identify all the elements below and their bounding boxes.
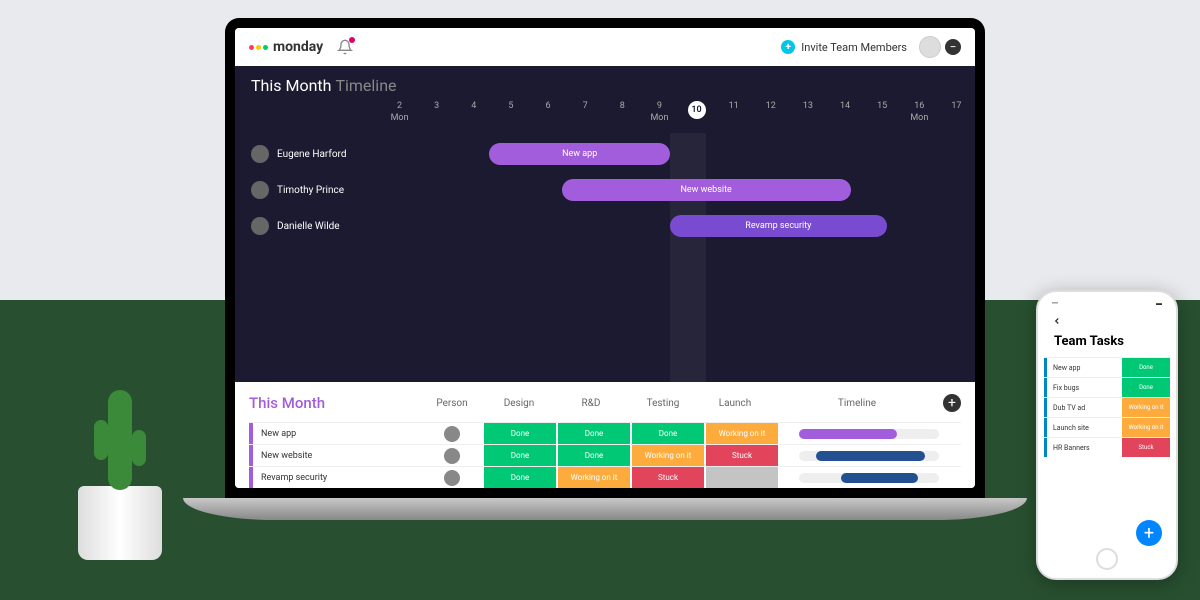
gantt-bar[interactable]: Revamp security xyxy=(670,215,887,237)
status-cell[interactable]: Done xyxy=(558,445,630,466)
table-row: New website DoneDoneWorking on itStuck xyxy=(249,444,961,466)
status-cell[interactable] xyxy=(706,467,778,488)
status-cell[interactable]: Done xyxy=(558,423,630,444)
col-header-timeline[interactable]: Timeline xyxy=(771,394,943,419)
gantt-row: Eugene Harford New app xyxy=(251,143,959,165)
timeline-cell[interactable] xyxy=(779,469,961,487)
add-column-button[interactable]: + xyxy=(943,394,961,412)
table-row: Revamp security DoneWorking on itStuck xyxy=(249,466,961,488)
today-highlight xyxy=(670,133,706,382)
col-header-design[interactable]: Design xyxy=(483,394,555,419)
gantt-person[interactable]: Eugene Harford xyxy=(251,145,381,163)
phone-task-row[interactable]: Launch site Working on it xyxy=(1044,417,1170,437)
plus-icon: + xyxy=(781,40,795,54)
gantt-row: Danielle Wilde Revamp security xyxy=(251,215,959,237)
board-table: This Month Person Design R&D Testing Lau… xyxy=(235,382,975,488)
menu-button[interactable]: − xyxy=(945,39,961,55)
date-cell[interactable]: 14 xyxy=(827,101,864,133)
phone-frame: •••▬ Team Tasks New app Done Fix bugs Do… xyxy=(1036,290,1178,580)
back-icon[interactable] xyxy=(1052,316,1062,326)
col-header-testing[interactable]: Testing xyxy=(627,394,699,419)
date-cell[interactable]: 5 xyxy=(492,101,529,133)
phone-add-button[interactable]: + xyxy=(1136,520,1162,546)
status-cell[interactable]: Working on it xyxy=(558,467,630,488)
task-name[interactable]: New website xyxy=(249,445,421,466)
gantt-bar[interactable]: New app xyxy=(489,143,670,165)
date-cell[interactable]: 2Mon xyxy=(381,101,418,133)
invite-label: Invite Team Members xyxy=(801,41,907,54)
date-cell[interactable]: 3 xyxy=(418,101,455,133)
invite-button[interactable]: + Invite Team Members xyxy=(781,40,907,54)
status-cell[interactable]: Done xyxy=(484,467,556,488)
gantt-person[interactable]: Danielle Wilde xyxy=(251,217,381,235)
person-cell[interactable] xyxy=(421,470,483,486)
task-name[interactable]: Revamp security xyxy=(249,467,421,488)
board-title[interactable]: This Month xyxy=(249,390,421,422)
status-cell[interactable]: Working on it xyxy=(632,445,704,466)
timeline-cell[interactable] xyxy=(779,425,961,443)
date-cell[interactable]: 10 xyxy=(678,101,715,133)
phone-statusbar: •••▬ xyxy=(1044,298,1170,312)
timeline-heading: This MonthTimeline xyxy=(235,66,975,101)
date-cell[interactable]: 13 xyxy=(789,101,826,133)
date-scale: 2Mon3456789Mon10111213141516Mon17 xyxy=(381,101,975,133)
person-avatar xyxy=(251,181,269,199)
date-cell[interactable]: 8 xyxy=(604,101,641,133)
cactus-decoration xyxy=(78,486,162,560)
phone-task-row[interactable]: Fix bugs Done xyxy=(1044,377,1170,397)
user-avatar[interactable] xyxy=(919,36,941,58)
date-cell[interactable]: 4 xyxy=(455,101,492,133)
date-cell[interactable]: 7 xyxy=(567,101,604,133)
person-avatar xyxy=(251,217,269,235)
phone-task-row[interactable]: Dub TV ad Working on it xyxy=(1044,397,1170,417)
col-header-person[interactable]: Person xyxy=(421,394,483,419)
date-cell[interactable]: 17 xyxy=(938,101,975,133)
status-cell[interactable]: Stuck xyxy=(632,467,704,488)
app-header: monday + Invite Team Members − xyxy=(235,28,975,66)
date-cell[interactable]: 9Mon xyxy=(641,101,678,133)
date-cell[interactable]: 6 xyxy=(530,101,567,133)
person-cell[interactable] xyxy=(421,426,483,442)
logo-text: monday xyxy=(273,39,323,55)
laptop-frame: monday + Invite Team Members − xyxy=(225,18,985,528)
date-cell[interactable]: 15 xyxy=(864,101,901,133)
gantt-bar[interactable]: New website xyxy=(562,179,851,201)
person-cell[interactable] xyxy=(421,448,483,464)
gantt-row: Timothy Prince New website xyxy=(251,179,959,201)
status-cell[interactable]: Working on it xyxy=(706,423,778,444)
status-cell[interactable]: Stuck xyxy=(706,445,778,466)
date-cell[interactable]: 11 xyxy=(715,101,752,133)
timeline-cell[interactable] xyxy=(779,447,961,465)
phone-home-button[interactable] xyxy=(1096,548,1118,570)
phone-task-row[interactable]: New app Done xyxy=(1044,357,1170,377)
phone-board-title: Team Tasks xyxy=(1044,330,1170,357)
notification-badge xyxy=(349,37,355,43)
person-avatar xyxy=(251,145,269,163)
phone-task-row[interactable]: HR Banners Stuck xyxy=(1044,437,1170,457)
timeline-view: This MonthTimeline 2Mon3456789Mon1011121… xyxy=(235,66,975,382)
status-cell[interactable]: Done xyxy=(484,423,556,444)
table-row: New app DoneDoneDoneWorking on it xyxy=(249,422,961,444)
date-cell[interactable]: 16Mon xyxy=(901,101,938,133)
col-header-rd[interactable]: R&D xyxy=(555,394,627,419)
status-cell[interactable]: Done xyxy=(632,423,704,444)
task-name[interactable]: New app xyxy=(249,423,421,444)
gantt-person[interactable]: Timothy Prince xyxy=(251,181,381,199)
logo[interactable]: monday xyxy=(249,39,323,55)
status-cell[interactable]: Done xyxy=(484,445,556,466)
col-header-launch[interactable]: Launch xyxy=(699,394,771,419)
notifications-icon[interactable] xyxy=(337,39,353,55)
date-cell[interactable]: 12 xyxy=(752,101,789,133)
